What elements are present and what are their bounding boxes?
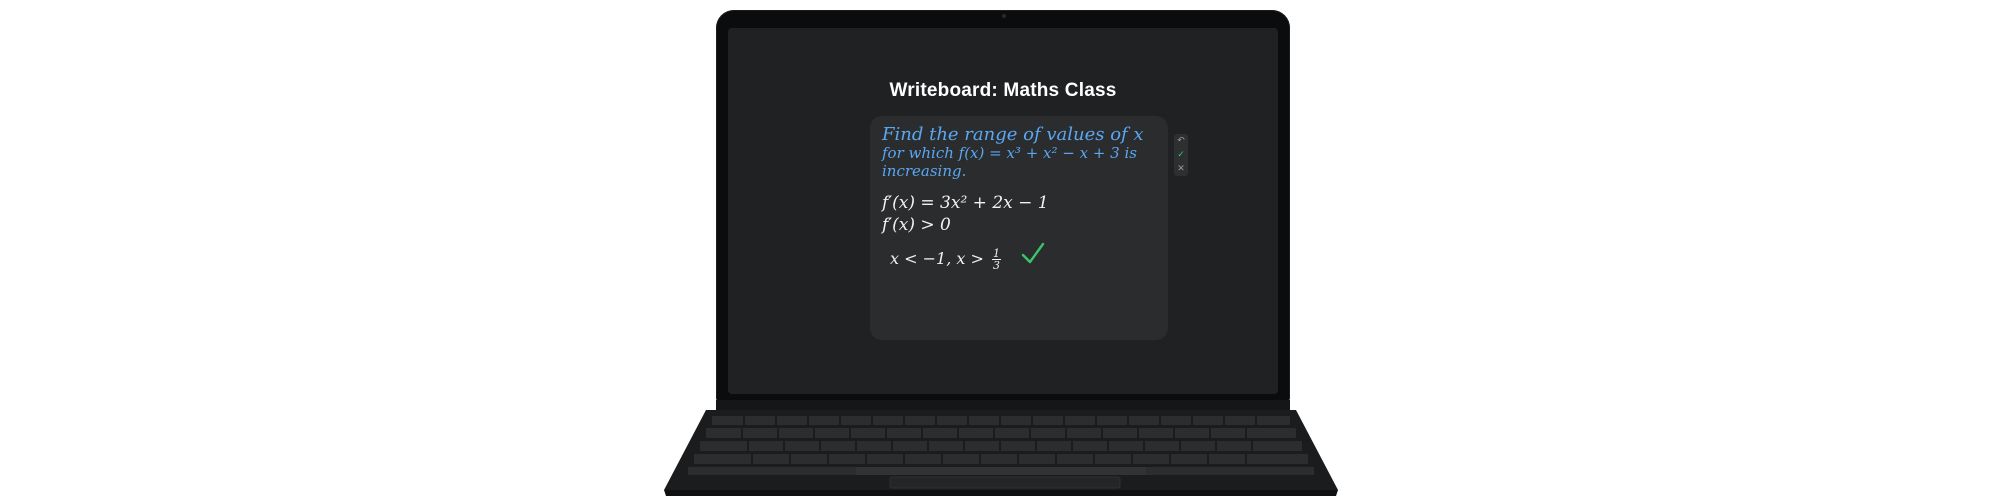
- answer-line: x < −1, x > 1 3: [890, 248, 1001, 271]
- accept-icon[interactable]: ✓: [1174, 148, 1188, 162]
- working-line-2: f′(x) > 0: [882, 215, 951, 235]
- check-icon: [1021, 242, 1045, 264]
- close-icon[interactable]: ✕: [1174, 162, 1188, 176]
- fraction-denominator: 3: [992, 259, 1000, 272]
- question-text: Find the range of values of x for which …: [882, 124, 1144, 181]
- question-line-2: for which f(x) = x³ + x² − x + 3 is: [882, 144, 1137, 162]
- stage: Writeboard: Maths Class Find the range o…: [0, 0, 2000, 500]
- keyboard-deck: [664, 410, 1338, 496]
- question-line-3: increasing.: [882, 162, 967, 180]
- undo-icon[interactable]: ↶: [1174, 134, 1188, 148]
- page-title: Writeboard: Maths Class: [889, 80, 1117, 101]
- laptop-lid: Writeboard: Maths Class Find the range o…: [716, 10, 1290, 405]
- laptop-screen: Writeboard: Maths Class Find the range o…: [728, 28, 1278, 394]
- answer-fraction: 1 3: [991, 248, 1001, 272]
- working-line-1: f′(x) = 3x² + 2x − 1: [882, 193, 1049, 213]
- writeboard-canvas[interactable]: Find the range of values of x for which …: [870, 116, 1168, 340]
- question-line-1: Find the range of values of x: [882, 124, 1144, 145]
- board-toolbar: ↶ ✓ ✕: [1174, 134, 1188, 176]
- camera-icon: [1002, 14, 1006, 18]
- answer-text: x < −1, x >: [890, 249, 984, 268]
